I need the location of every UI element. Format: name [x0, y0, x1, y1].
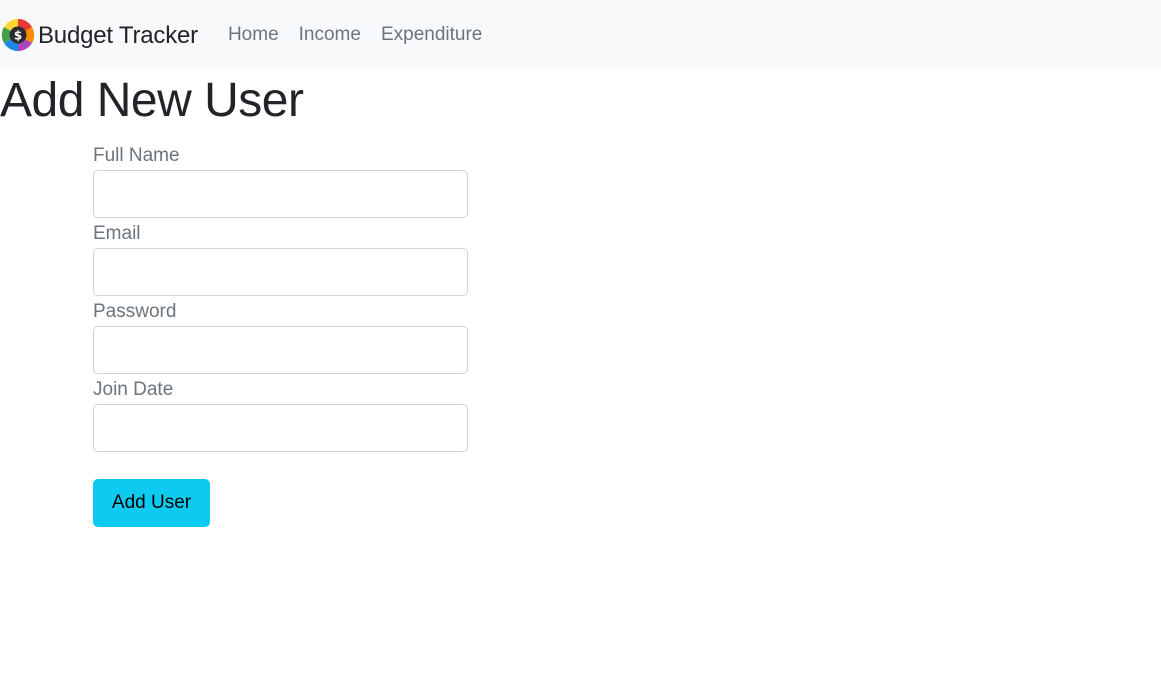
email-input[interactable] [93, 248, 468, 296]
brand-link[interactable]: $ Budget Tracker [0, 0, 198, 69]
nav-link-home[interactable]: Home [228, 23, 279, 46]
page-title: Add New User [0, 74, 304, 127]
nav-link-expenditure[interactable]: Expenditure [381, 23, 482, 46]
navbar: $ Budget Tracker Home Income Expenditure [0, 0, 1161, 69]
dollar-color-wheel-icon: $ [1, 18, 35, 52]
add-user-form: Full Name Email Password Join Date Add U… [93, 143, 468, 527]
full-name-input[interactable] [93, 170, 468, 218]
full-name-label: Full Name [93, 145, 180, 166]
join-date-label: Join Date [93, 379, 174, 400]
password-input[interactable] [93, 326, 468, 374]
brand-label: Budget Tracker [38, 21, 198, 49]
nav-links: Home Income Expenditure [228, 23, 502, 46]
email-label: Email [93, 223, 141, 244]
add-user-button[interactable]: Add User [93, 479, 210, 527]
password-label: Password [93, 301, 177, 322]
nav-link-income[interactable]: Income [299, 23, 361, 46]
svg-text:$: $ [14, 28, 22, 42]
join-date-input[interactable] [93, 404, 468, 452]
